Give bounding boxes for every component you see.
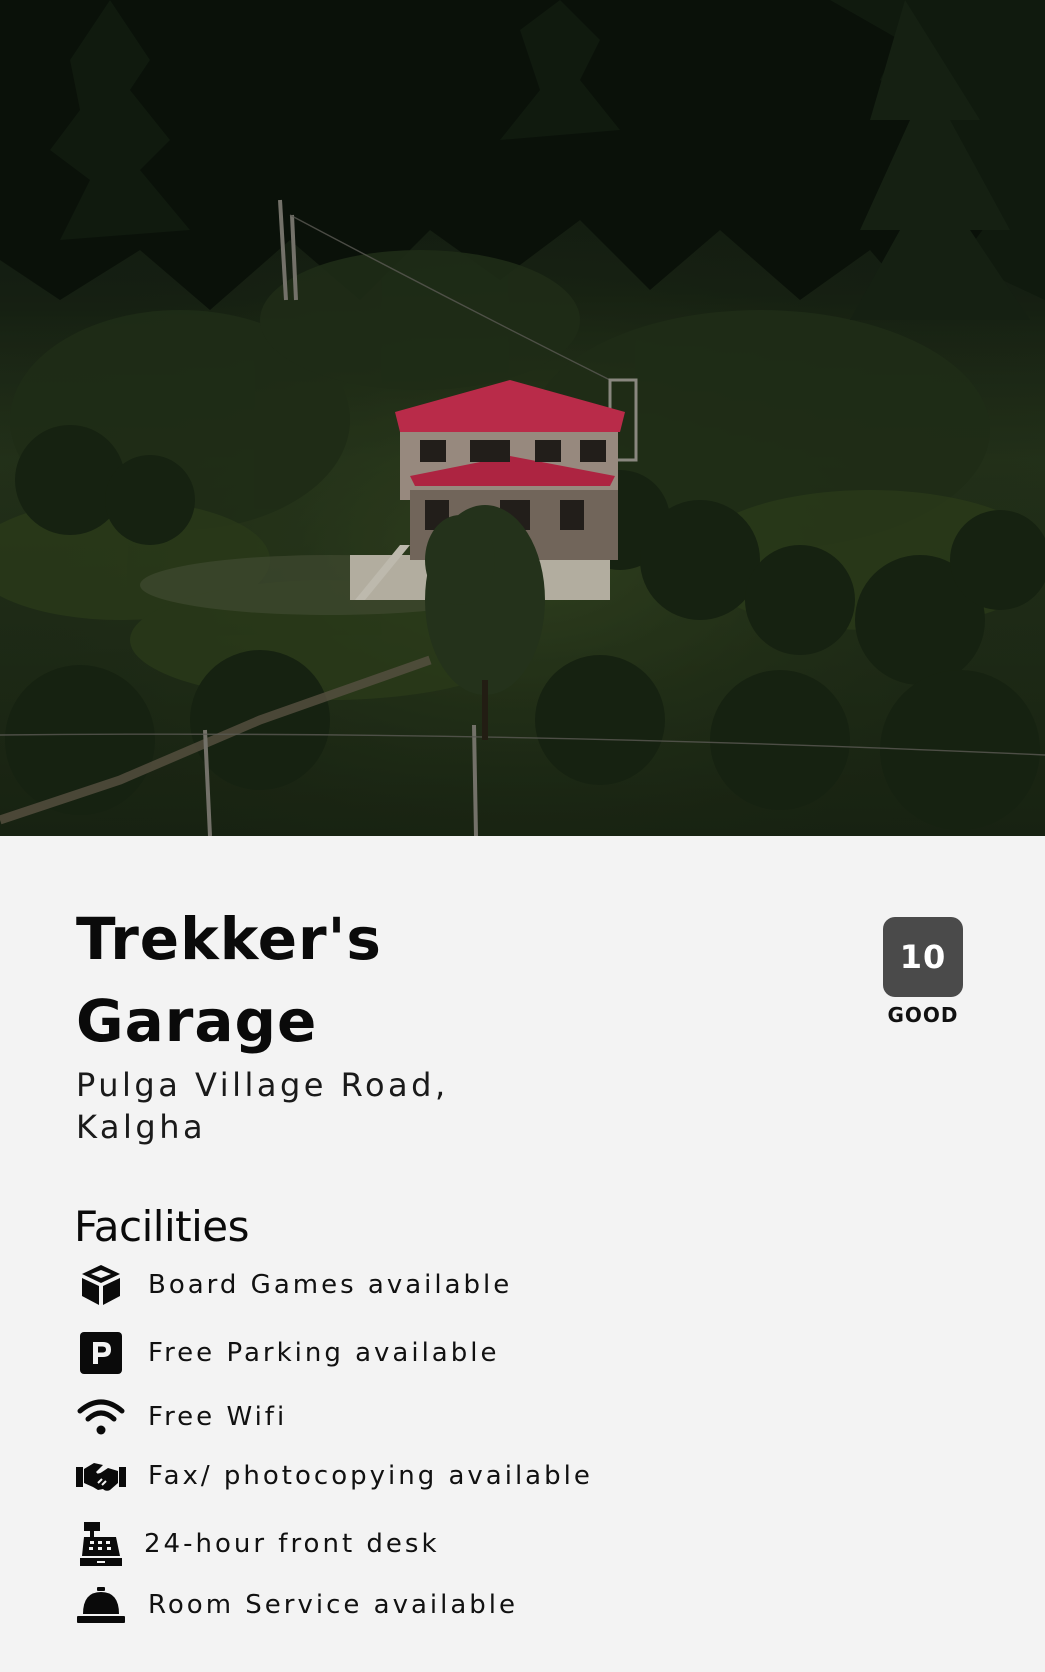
- facility-item: Free Parking available: [76, 1328, 776, 1378]
- parking-icon: [76, 1328, 126, 1378]
- facility-item: Free Wifi: [76, 1392, 776, 1442]
- facility-label: 24-hour front desk: [144, 1529, 440, 1559]
- rating-score-badge: 10: [883, 917, 963, 997]
- facility-label: Free Wifi: [148, 1402, 288, 1432]
- facility-label: Board Games available: [148, 1270, 513, 1300]
- rating-label: GOOD: [887, 1003, 959, 1027]
- cube-icon: [76, 1260, 126, 1310]
- hotel-address: Pulga Village Road, Kalgha: [76, 1066, 449, 1146]
- hotel-info: Trekker's Garage Pulga Village Road, Kal…: [0, 836, 1045, 1672]
- hotel-name: Trekker's Garage: [76, 905, 382, 1055]
- facilities-heading: Facilities: [74, 1202, 250, 1251]
- facility-item: 24-hour front desk: [76, 1519, 776, 1569]
- cash-register-icon: [76, 1519, 126, 1569]
- facility-label: Fax/ photocopying available: [148, 1461, 593, 1491]
- hotel-detail-page: Trekker's Garage Pulga Village Road, Kal…: [0, 0, 1045, 1672]
- wifi-icon: [76, 1392, 126, 1442]
- facility-item: Room Service available: [76, 1580, 776, 1630]
- facility-label: Room Service available: [148, 1590, 519, 1620]
- facility-item: Board Games available: [76, 1260, 776, 1310]
- handshake-icon: [76, 1451, 126, 1501]
- facility-item: Fax/ photocopying available: [76, 1451, 776, 1501]
- facility-label: Free Parking available: [148, 1338, 500, 1368]
- rating-block: 10 GOOD: [883, 917, 963, 1027]
- service-bell-icon: [76, 1580, 126, 1630]
- hotel-photo: [0, 0, 1045, 836]
